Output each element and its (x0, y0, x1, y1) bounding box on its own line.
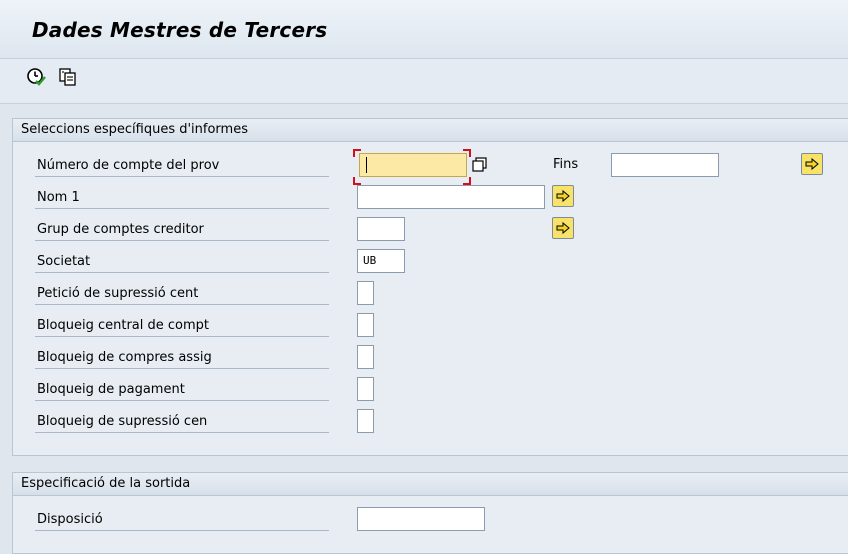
to-label: Fins (553, 157, 579, 172)
central-posting-block-label: Bloqueig central de compt (35, 315, 329, 337)
name1-label: Nom 1 (35, 187, 329, 209)
application-toolbar (0, 59, 848, 104)
value-help-icon[interactable] (472, 157, 488, 177)
title-bar: Dades Mestres de Tercers (0, 0, 848, 59)
execute-icon[interactable] (26, 67, 46, 87)
payment-block-label: Bloqueig de pagament (35, 379, 329, 401)
vendor-account-group-input[interactable] (357, 217, 405, 241)
layout-label: Disposició (35, 509, 329, 531)
central-deletion-flag-label: Petició de supressió cent (35, 283, 329, 305)
arrow-right-icon (805, 157, 819, 171)
vendor-account-from-input[interactable] (359, 153, 467, 177)
arrow-right-icon (556, 221, 570, 235)
vendor-account-to-input[interactable] (611, 153, 719, 177)
report-selections-header: Seleccions específiques d'informes (13, 119, 848, 142)
report-selections-panel: Seleccions específiques d'informes Númer… (12, 118, 848, 456)
central-deletion-block-label: Bloqueig de supressió cen (35, 411, 329, 433)
purchasing-block-input[interactable] (357, 345, 374, 369)
purchasing-block-label: Bloqueig de compres assig (35, 347, 329, 369)
company-code-input[interactable]: UB (357, 249, 405, 273)
name1-input[interactable] (357, 185, 545, 209)
vendor-account-label: Número de compte del prov (35, 155, 329, 177)
company-code-label: Societat (35, 251, 329, 273)
payment-block-input[interactable] (357, 377, 374, 401)
arrow-right-icon (556, 189, 570, 203)
page-title: Dades Mestres de Tercers (32, 18, 328, 42)
vendor-account-multiple-selection-button[interactable] (801, 153, 823, 175)
vendor-account-group-label: Grup de comptes creditor (35, 219, 329, 241)
output-specification-panel: Especificació de la sortida Disposició (12, 472, 848, 554)
central-deletion-block-input[interactable] (357, 409, 374, 433)
output-specification-header: Especificació de la sortida (13, 473, 848, 496)
name1-multiple-selection-button[interactable] (552, 185, 574, 207)
get-variant-icon[interactable] (58, 67, 78, 87)
central-posting-block-input[interactable] (357, 313, 374, 337)
central-deletion-flag-input[interactable] (357, 281, 374, 305)
layout-input[interactable] (357, 507, 485, 531)
account-group-multiple-selection-button[interactable] (552, 217, 574, 239)
